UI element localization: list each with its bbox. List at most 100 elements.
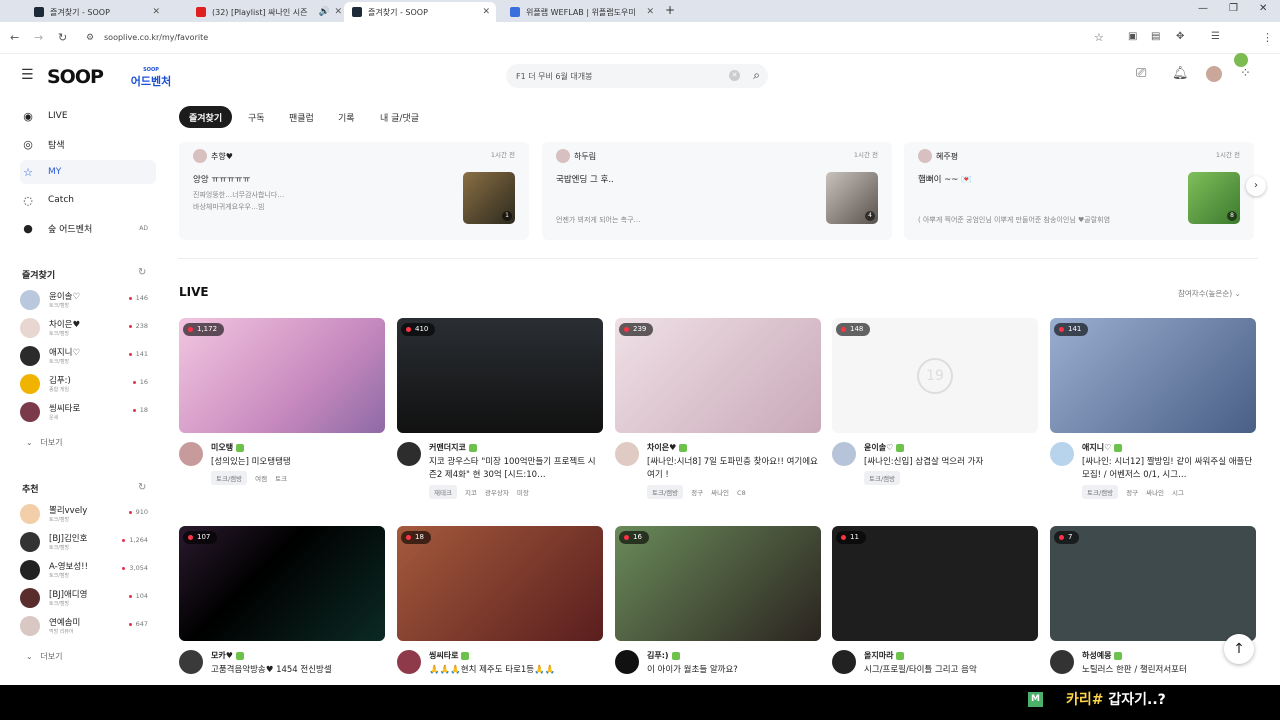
live-thumbnail[interactable]: 18 — [397, 526, 603, 641]
search-icon[interactable]: ⌕ — [753, 68, 760, 83]
apps-grid-icon[interactable]: ⁘ — [1240, 66, 1251, 81]
profile-avatar[interactable] — [1234, 53, 1248, 67]
tab-my-posts[interactable]: 내 글/댓글 — [370, 106, 429, 128]
streamer-avatar[interactable] — [179, 650, 203, 674]
stream-tag[interactable]: 미장 — [517, 487, 529, 497]
post-card[interactable]: 하두림 1시간 전 국밥엔딩 그 후.. 언젠가 뵈저게 되어는 촉구… 4 — [542, 142, 892, 240]
streamer-avatar[interactable] — [397, 650, 421, 674]
stream-title[interactable]: [성의있는] 미오탱탱탱 — [211, 456, 383, 469]
streamer-name[interactable]: 커맨더지코 — [429, 442, 477, 453]
live-card[interactable]: 239 차이은♥ [싸나인:시너8] 7일 도파민충 찾아요!! 여기에요여기 ! 토… — [615, 318, 821, 499]
streamer-avatar[interactable] — [615, 442, 639, 466]
streamer-avatar[interactable] — [1050, 650, 1074, 674]
streamer-name[interactable]: 윤이솔♡ — [864, 442, 905, 453]
live-card[interactable]: 107 모카♥ 고품격음악방송♥ 1454 전신방셀 — [179, 526, 385, 696]
user-avatar[interactable] — [1206, 66, 1222, 82]
notification-bell-icon[interactable]: 🔔︎ — [1172, 66, 1189, 81]
stream-tag[interactable]: 토크/캠방 — [211, 471, 248, 485]
post-card[interactable]: 혜주평 1시간 전 햄뻐이 ~~ 💌 ( 아뿌게 찍어준 궁엄인님 이뿌게 만들… — [904, 142, 1254, 240]
streamer-name[interactable]: 하성예몽 — [1082, 650, 1123, 661]
hamburger-menu-icon[interactable]: ☰ — [21, 67, 34, 83]
sidebar-channel-item[interactable]: A-영보성!! 토크/캠방 3,054 — [20, 558, 148, 584]
streamer-name[interactable]: 올지마라 — [864, 650, 905, 661]
live-thumbnail[interactable]: 7 — [1050, 526, 1256, 641]
sidebar-channel-item[interactable]: 차이은♥ 토크/캠방 238 — [20, 316, 148, 342]
reload-icon[interactable]: ↻ — [58, 31, 67, 44]
stream-title[interactable]: [싸나인: 시너12] 짤방임! 같이 싸워주실 애플단 모집! / 어벤저스 … — [1082, 456, 1254, 482]
stream-title[interactable]: [싸나인:신입] 삼겹살 먹으러 가자 — [864, 456, 1036, 469]
sidebar-channel-item[interactable]: 연예솜미 먹방 리뷰어 647 — [20, 614, 148, 640]
stream-title[interactable]: 노틸러스 한판 / 챌린저서포터 — [1082, 664, 1254, 677]
stream-title[interactable]: [싸나인:시너8] 7일 도파민충 찾아요!! 여기에요여기 ! — [647, 456, 819, 482]
sidebar-item-my[interactable]: ☆ MY — [20, 160, 156, 184]
streamer-avatar[interactable] — [397, 442, 421, 466]
stream-title[interactable]: 이 아이가 월초들 알까요? — [647, 664, 819, 677]
live-card[interactable]: 148 19 윤이솔♡ [싸나인:신입] 삼겹살 먹으러 가자토크/캠방 — [832, 318, 1038, 488]
extension-icon[interactable]: ▣ — [1128, 31, 1137, 42]
stream-tag[interactable]: 정구 — [1126, 487, 1138, 497]
sidebar-channel-item[interactable]: 김푸:) 종합 게임 16 — [20, 372, 148, 398]
refresh-icon[interactable]: ↻ — [138, 482, 146, 493]
stream-tag[interactable]: 토크/캠방 — [1082, 485, 1119, 499]
streamer-name[interactable]: 모카♥ — [211, 650, 244, 661]
sidebar-item-soop-adventure[interactable]: ● 숲 어드벤처 AD — [20, 216, 156, 240]
broadcast-camera-icon[interactable]: ⎚ — [1136, 66, 1146, 81]
site-info-icon[interactable]: ⚙ — [86, 33, 94, 43]
stream-tag[interactable]: 시그 — [1172, 487, 1184, 497]
sidebar-channel-item[interactable]: 윤이솔♡ 토크/캠방 146 — [20, 288, 148, 314]
tab-history[interactable]: 기록 — [328, 106, 365, 128]
sidebar-channel-item[interactable]: 뽈리vvely 토크/캠방 910 — [20, 502, 148, 528]
minimize-icon[interactable]: — — [1198, 3, 1208, 14]
stream-tag[interactable]: 토크/캠방 — [864, 471, 901, 485]
streamer-avatar[interactable] — [1050, 442, 1074, 466]
streamer-name[interactable]: 애지니♡ — [1082, 442, 1123, 453]
sort-dropdown[interactable]: 참여자수(높은순) ⌄ — [1178, 288, 1241, 299]
sidebar-channel-item[interactable]: [BJ]김인호 토크/캠방 1,264 — [20, 530, 148, 556]
streamer-avatar[interactable] — [615, 650, 639, 674]
soop-logo[interactable]: SOOP — [47, 66, 104, 88]
stream-tag[interactable]: 재테크 — [429, 485, 457, 499]
stream-tag[interactable]: 여캠 — [255, 473, 267, 483]
recommend-more-button[interactable]: ⌄ 더보기 — [26, 651, 62, 662]
live-thumbnail[interactable]: 16 — [615, 526, 821, 641]
speaker-icon[interactable]: 🔊 — [319, 7, 330, 17]
stream-tag[interactable]: 토크/캠방 — [647, 485, 684, 499]
maximize-icon[interactable]: ❐ — [1229, 3, 1238, 14]
favorites-more-button[interactable]: ⌄ 더보기 — [26, 437, 62, 448]
live-thumbnail[interactable]: 107 — [179, 526, 385, 641]
bookmark-star-icon[interactable]: ☆ — [1094, 31, 1104, 44]
post-card[interactable]: 추향♥ 1시간 전 앙앙 ㅠㅠㅠㅠㅠ 진짜엉뚱한…너무감사합니다… 바상체마귀게… — [179, 142, 529, 240]
extension-icon[interactable]: ▤ — [1151, 31, 1160, 42]
close-icon[interactable]: ✕ — [646, 7, 654, 17]
browser-tab-3-active[interactable]: 즐겨찾기 - SOOP ✕ — [344, 2, 496, 22]
media-icon[interactable]: ☰ — [1211, 31, 1220, 42]
streamer-avatar[interactable] — [179, 442, 203, 466]
live-card[interactable]: 16 김푸:) 이 아이가 월초들 알까요? — [615, 526, 821, 696]
search-input[interactable]: F1 더 무비 6월 대개봉 ✕ ⌕ — [506, 64, 768, 88]
close-icon[interactable]: ✕ — [152, 7, 160, 17]
sidebar-item-explore[interactable]: ◎ 탐색 — [20, 132, 156, 156]
menu-dots-icon[interactable]: ⋮ — [1262, 31, 1273, 44]
adventure-logo[interactable]: SOOP 어드벤처 — [122, 64, 180, 88]
live-thumbnail[interactable]: 148 19 — [832, 318, 1038, 433]
stream-tag[interactable]: 정구 — [691, 487, 703, 497]
live-card[interactable]: 410 커맨더지코 지코 광우스타 "미장 100억만들기 프로젝트 시즌2 제4화… — [397, 318, 603, 499]
new-tab-icon[interactable]: + — [665, 3, 675, 17]
streamer-avatar[interactable] — [832, 442, 856, 466]
url-field[interactable]: sooplive.co.kr/my/favorite — [104, 33, 208, 42]
refresh-icon[interactable]: ↻ — [138, 267, 146, 278]
sidebar-channel-item[interactable]: 애지니♡ 토크/캠방 141 — [20, 344, 148, 370]
streamer-name[interactable]: 씽씨타로 — [429, 650, 470, 661]
stream-title[interactable]: 지코 광우스타 "미장 100억만들기 프로젝트 시즌2 제4화" 현 30억 … — [429, 456, 601, 482]
streamer-name[interactable]: 차이은♥ — [647, 442, 688, 453]
puzzle-icon[interactable]: ✥ — [1176, 31, 1184, 42]
tab-favorites[interactable]: 즐겨찾기 — [179, 106, 233, 128]
sidebar-channel-item[interactable]: 씽씨타로 운세 18 — [20, 400, 148, 426]
back-icon[interactable]: ← — [10, 31, 19, 44]
clear-search-icon[interactable]: ✕ — [729, 70, 740, 81]
stream-tag[interactable]: 싸나인 — [1146, 487, 1164, 497]
sidebar-channel-item[interactable]: [BJ]애디영 토크/캠방 104 — [20, 586, 148, 612]
browser-tab-2[interactable]: (32) [Playlist] 싸나인 시즌 🔊 ✕ — [188, 2, 348, 22]
live-thumbnail[interactable]: 1,172 — [179, 318, 385, 433]
live-card[interactable]: 1,172 미오탱 [성의있는] 미오탱탱탱 토크/캠방 여캠 토크 — [179, 318, 385, 488]
